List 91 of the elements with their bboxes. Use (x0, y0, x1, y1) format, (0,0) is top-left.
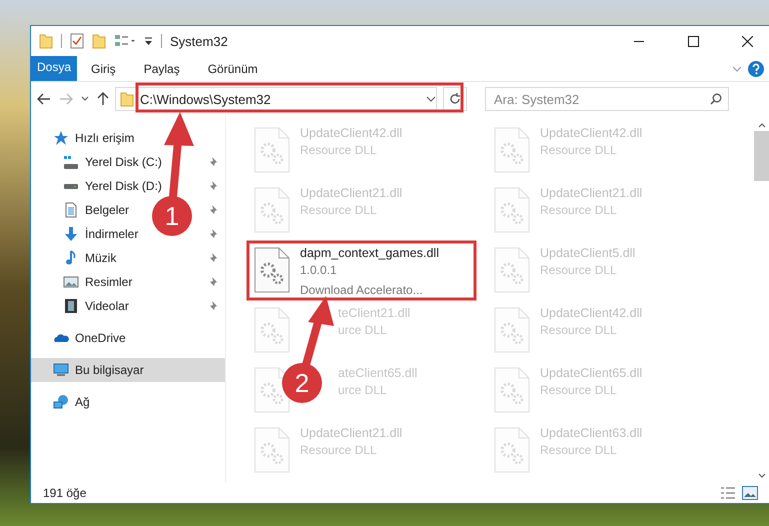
file-name: UpdateClient42.dll (300, 126, 402, 140)
file-name: UpdateClient42.dll (540, 306, 642, 320)
item-count: 191 öğe (43, 486, 86, 500)
sidebar-item[interactable]: Belgeler (85, 203, 130, 217)
maximize-icon (688, 36, 698, 46)
scroll-thumb[interactable] (754, 131, 769, 181)
help-icon[interactable] (748, 60, 764, 76)
recent-caret-icon[interactable] (81, 96, 89, 102)
sidebar-item[interactable]: Videolar (85, 299, 129, 313)
gear-file-icon (252, 306, 292, 354)
gear-file-icon (252, 426, 292, 474)
annotation-number: 1 (164, 201, 180, 231)
file-detail: Resource DLL (300, 202, 378, 219)
gear-file-icon (252, 246, 292, 294)
file-name: ateClient65.dll (338, 366, 418, 380)
sidebar-item[interactable]: Resimler (85, 275, 132, 289)
file-detail: Resource DLL (540, 202, 618, 219)
file-detail: Resource DLL (540, 262, 618, 279)
gear-file-icon (492, 366, 532, 414)
sidebar-item[interactable]: İndirmeler (85, 227, 138, 241)
gear-file-icon (492, 426, 532, 474)
picture-icon (63, 274, 79, 290)
drive-icon (63, 182, 79, 190)
file-detail: 1.0.0.1 (300, 262, 338, 279)
properties-icon[interactable] (70, 33, 84, 49)
file-detail: Resource DLL (540, 382, 618, 399)
file-menu-button[interactable]: Dosya (31, 56, 78, 81)
file-detail: urce DLL (338, 382, 388, 399)
sidebar-item[interactable]: Müzik (85, 251, 116, 265)
details-view-icon[interactable] (720, 487, 736, 499)
gear-file-icon (492, 126, 532, 174)
expand-ribbon-icon[interactable] (732, 64, 742, 72)
file-detail: Download Accelerato... (300, 282, 424, 299)
file-name: UpdateClient21.dll (540, 186, 642, 200)
sidebar-item[interactable]: Bu bilgisayar (31, 358, 225, 382)
search-field[interactable]: Ara: System32 (485, 87, 729, 111)
sidebar-item[interactable]: OneDrive (75, 331, 126, 345)
file-detail: Resource DLL (540, 322, 618, 339)
file-name: UpdateClient21.dll (300, 186, 402, 200)
ribbon-tab[interactable]: Giriş (77, 56, 130, 81)
up-arrow-icon[interactable] (97, 92, 109, 106)
file-detail: urce DLL (338, 322, 388, 339)
file-detail: Resource DLL (300, 142, 378, 159)
view-list-icon[interactable] (114, 34, 136, 48)
file-name: teClient21.dll (338, 306, 410, 320)
dropdown-caret-icon[interactable] (426, 95, 436, 103)
sidebar-item[interactable]: Yerel Disk (D:) (85, 179, 162, 193)
document-icon (63, 202, 79, 218)
sidebar-label: Bu bilgisayar (75, 363, 144, 377)
file-name: dapm_context_games.dll (300, 246, 439, 260)
scroll-up-icon[interactable] (758, 122, 766, 128)
ribbon-tab[interactable]: Görünüm (194, 56, 272, 81)
star-icon (53, 130, 69, 146)
dropdown-caret-icon[interactable] (144, 36, 153, 46)
download-icon (63, 226, 79, 242)
sidebar-item[interactable]: Yerel Disk (C:) (85, 155, 162, 169)
file-item[interactable]: dapm_context_games.dll 1.0.0.1 Download Accelerato... (246, 242, 486, 302)
file-name: UpdateClient21.dll (300, 426, 402, 440)
sidebar-item[interactable]: Hızlı erişim (75, 131, 134, 145)
search-icon[interactable] (710, 93, 722, 105)
gear-file-icon (492, 306, 532, 354)
network-icon (53, 394, 69, 410)
address-field[interactable]: C:\Windows\System32 (115, 87, 437, 111)
file-detail: Resource DLL (540, 442, 618, 459)
gear-file-icon (252, 186, 292, 234)
file-name: UpdateClient63.dll (540, 426, 642, 440)
file-name: UpdateClient65.dll (540, 366, 642, 380)
minimize-icon (634, 40, 644, 42)
film-icon (63, 298, 79, 314)
ribbon-tab[interactable]: Paylaş (130, 56, 194, 81)
scroll-down-icon[interactable] (758, 473, 766, 479)
back-arrow-icon[interactable] (37, 93, 51, 105)
gear-file-icon (492, 246, 532, 294)
folder-icon (120, 91, 134, 107)
refresh-icon (449, 93, 461, 105)
monitor-icon (53, 362, 69, 378)
gear-file-icon (252, 126, 292, 174)
file-detail: Resource DLL (300, 442, 378, 459)
file-name: UpdateClient5.dll (540, 246, 636, 260)
close-icon (742, 36, 752, 46)
annotation-number: 2 (294, 368, 310, 398)
file-name: UpdateClient42.dll (540, 126, 642, 140)
large-icons-view-icon[interactable] (742, 486, 758, 500)
new-folder-icon (92, 33, 106, 49)
window-title: System32 (170, 34, 228, 48)
sidebar-item[interactable]: Ağ (75, 395, 90, 409)
file-detail: Resource DLL (540, 142, 618, 159)
gear-file-icon (492, 186, 532, 234)
drive-icon (63, 154, 79, 170)
address-input[interactable]: C:\Windows\System32 (138, 90, 422, 108)
folder-icon (39, 33, 53, 49)
